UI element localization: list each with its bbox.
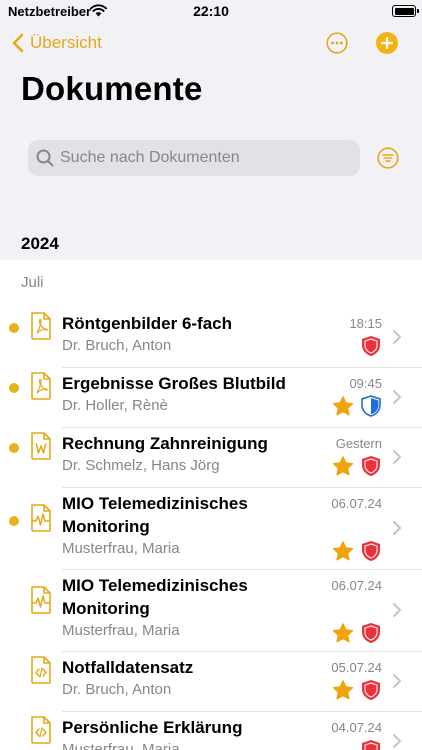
document-title: MIO Telemedizinisches Monitoring: [62, 576, 248, 618]
more-options-icon[interactable]: [326, 32, 348, 54]
back-button[interactable]: Übersicht: [12, 32, 102, 54]
document-row[interactable]: Notfalldatensatz Dr. Bruch, Anton 05.07.24: [0, 652, 422, 712]
search-icon: [36, 149, 54, 167]
document-badges: [360, 739, 382, 750]
battery-icon: [392, 5, 419, 17]
document-row[interactable]: Persönliche Erklärung Musterfrau, Maria 04…: [0, 712, 422, 750]
unread-dot: [9, 323, 19, 333]
document-time: 05.07.24: [331, 660, 382, 675]
document-sender: Dr. Holler, Rènè: [62, 397, 168, 414]
document-title: Persönliche Erklärung: [62, 718, 243, 737]
star-icon: [332, 622, 354, 642]
document-badges: [332, 622, 382, 644]
unread-dot: [9, 443, 19, 453]
document-badges: [332, 395, 382, 417]
document-sender: Dr. Bruch, Anton: [62, 681, 172, 698]
document-row[interactable]: Rechnung Zahnreinigung Dr. Schmelz, Hans …: [0, 428, 422, 488]
star-icon: [332, 679, 354, 699]
chevron-right-icon: [393, 450, 401, 464]
pdf-document-icon: [31, 372, 51, 400]
monitoring-document-icon: [31, 504, 51, 532]
search-input[interactable]: [60, 149, 340, 167]
code-document-icon: [31, 716, 51, 744]
star-icon: [332, 540, 354, 560]
document-time: 04.07.24: [331, 720, 382, 735]
unread-dot: [9, 383, 19, 393]
back-label: Übersicht: [30, 33, 102, 52]
document-sender: Dr. Schmelz, Hans Jörg: [62, 457, 220, 474]
document-time: 18:15: [349, 316, 382, 331]
add-document-icon[interactable]: [376, 32, 398, 54]
year-header: 2024: [21, 234, 59, 253]
shield-red-icon: [362, 740, 380, 750]
monitoring-document-icon: [31, 586, 51, 614]
document-row[interactable]: Röntgenbilder 6-fach Dr. Bruch, Anton 18:1…: [0, 308, 422, 368]
filter-icon[interactable]: [377, 147, 399, 169]
document-time: Gestern: [335, 436, 382, 451]
chevron-right-icon: [393, 734, 401, 748]
document-time: 09:45: [349, 376, 382, 391]
star-icon: [332, 395, 354, 415]
document-list: Juli Röntgenbilder 6-fach Dr. Bruch, Anto…: [0, 260, 422, 750]
document-row[interactable]: MIO Telemedizinisches Monitoring Musterfr…: [0, 488, 422, 570]
document-title: Röntgenbilder 6-fach: [62, 314, 233, 333]
chevron-right-icon: [393, 674, 401, 688]
document-badges: [360, 335, 382, 357]
document-title: Ergebnisse Großes Blutbild: [62, 374, 286, 393]
document-title: MIO Telemedizinisches Monitoring: [62, 494, 248, 536]
shield-red-icon: [362, 680, 380, 700]
code-document-icon: [31, 656, 51, 684]
status-bar: Netzbetreiber 22:10: [0, 0, 422, 24]
shield-red-icon: [362, 623, 380, 643]
month-header: Juli: [21, 274, 44, 291]
document-title: Notfalldatensatz: [62, 658, 194, 677]
document-badges: [332, 540, 382, 562]
chevron-right-icon: [393, 603, 401, 617]
chevron-right-icon: [393, 330, 401, 344]
search-field[interactable]: [28, 140, 360, 176]
clock: 22:10: [193, 3, 229, 19]
chevron-left-icon: [12, 33, 24, 53]
shield-blue-icon: [361, 395, 381, 417]
page-title: Dokumente: [21, 70, 203, 107]
chevron-right-icon: [393, 521, 401, 535]
pdf-document-icon: [31, 312, 51, 340]
document-title: Rechnung Zahnreinigung: [62, 434, 268, 453]
document-sender: Musterfrau, Maria: [62, 622, 180, 639]
unread-dot: [9, 516, 19, 526]
shield-red-icon: [362, 336, 380, 356]
document-badges: [332, 455, 382, 477]
document-badges: [332, 679, 382, 701]
document-time: 06.07.24: [331, 496, 382, 511]
document-time: 06.07.24: [331, 578, 382, 593]
document-row[interactable]: Ergebnisse Großes Blutbild Dr. Holler, Rè…: [0, 368, 422, 428]
shield-red-icon: [362, 541, 380, 561]
document-sender: Dr. Bruch, Anton: [62, 337, 172, 354]
document-sender: Musterfrau, Maria: [62, 741, 180, 750]
word-document-icon: [31, 432, 51, 460]
star-icon: [332, 455, 354, 475]
shield-red-icon: [362, 456, 380, 476]
document-row[interactable]: MIO Telemedizinisches Monitoring Musterfr…: [0, 570, 422, 652]
chevron-right-icon: [393, 390, 401, 404]
document-sender: Musterfrau, Maria: [62, 540, 180, 557]
